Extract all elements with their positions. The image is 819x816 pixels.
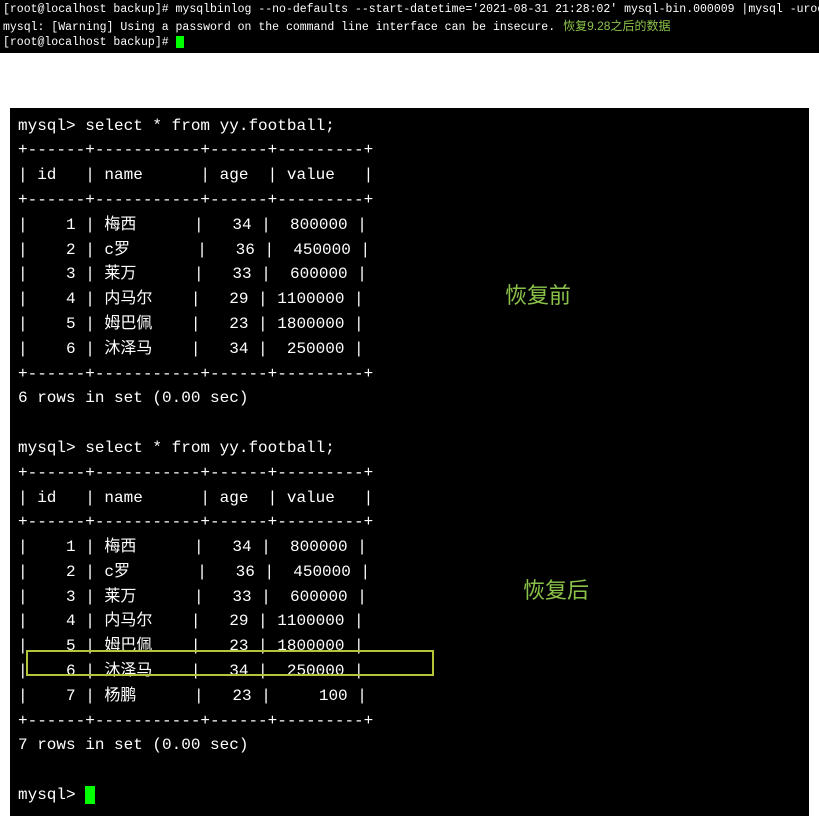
table-sep: +------+-----------+------+---------+ (18, 513, 373, 531)
table-row: | 1 | 梅西 | 34 | 800000 | (18, 538, 367, 556)
table-header: | id | name | age | value | (18, 166, 373, 184)
label-before-restore: 恢复前 (505, 278, 571, 310)
table-row: | 4 | 内马尔 | 29 | 1100000 | (18, 290, 364, 308)
table-header: | id | name | age | value | (18, 489, 373, 507)
terminal-main-wrap: mysql> select * from yy.football; +-----… (0, 108, 819, 816)
rows-summary-after: 7 rows in set (0.00 sec) (18, 736, 248, 754)
table-sep: +------+-----------+------+---------+ (18, 191, 373, 209)
label-after-restore: 恢复后 (523, 573, 589, 605)
table-sep: +------+-----------+------+---------+ (18, 464, 373, 482)
cmd-line-2: [root@localhost backup]# (3, 36, 176, 49)
query-after: mysql> select * from yy.football; (18, 439, 335, 457)
table-sep: +------+-----------+------+---------+ (18, 365, 373, 383)
table-sep: +------+-----------+------+---------+ (18, 712, 373, 730)
table-sep: +------+-----------+------+---------+ (18, 141, 373, 159)
terminal-output: mysql> select * from yy.football; +-----… (10, 108, 809, 816)
highlight-new-row (26, 650, 434, 676)
table-row: | 4 | 内马尔 | 29 | 1100000 | (18, 612, 364, 630)
table-row: | 5 | 姆巴佩 | 23 | 1800000 | (18, 315, 364, 333)
terminal-command-header: [root@localhost backup]# mysqlbinlog --n… (0, 0, 819, 53)
table-row: | 2 | c罗 | 36 | 450000 | (18, 563, 370, 581)
table-row: | 3 | 莱万 | 33 | 600000 | (18, 588, 367, 606)
cmd-line-1: [root@localhost backup]# mysqlbinlog --n… (3, 3, 819, 16)
rows-summary-before: 6 rows in set (0.00 sec) (18, 389, 248, 407)
cursor-icon (85, 786, 95, 804)
spacer (0, 53, 819, 108)
table-row: | 6 | 沐泽马 | 34 | 250000 | (18, 340, 364, 358)
query-before: mysql> select * from yy.football; (18, 117, 335, 135)
table-row: | 3 | 莱万 | 33 | 600000 | (18, 265, 367, 283)
warning-line: mysql: [Warning] Using a password on the… (3, 21, 555, 34)
table-row: | 2 | c罗 | 36 | 450000 | (18, 241, 370, 259)
cursor-icon (176, 36, 184, 48)
table-row: | 7 | 杨鹏 | 23 | 100 | (18, 687, 367, 705)
mysql-prompt[interactable]: mysql> (18, 786, 85, 804)
annotation-restore-after: 恢复9.28之后的数据 (563, 19, 670, 33)
table-row: | 1 | 梅西 | 34 | 800000 | (18, 216, 367, 234)
